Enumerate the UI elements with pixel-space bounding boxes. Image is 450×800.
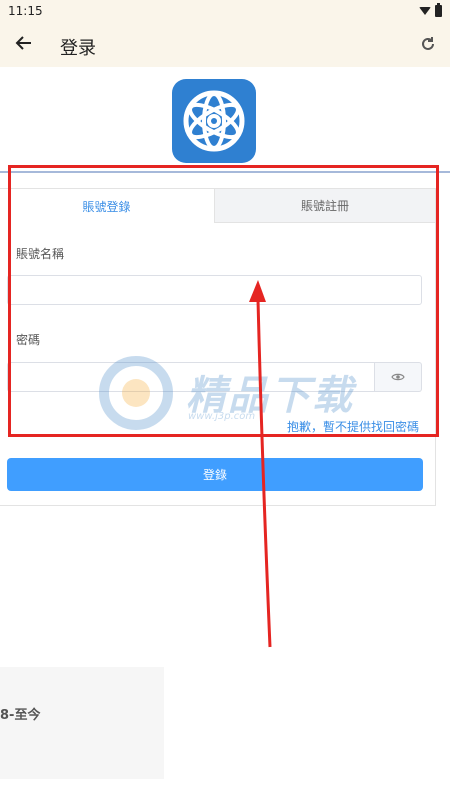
battery-icon <box>435 3 442 17</box>
atom-logo-icon <box>183 90 245 152</box>
highlight-box <box>8 165 439 437</box>
arrow-left-icon <box>15 36 31 50</box>
status-bar: 11:15 <box>0 0 450 22</box>
back-button[interactable] <box>12 31 36 55</box>
bottom-card-text: 8-至今 <box>0 708 41 723</box>
refresh-button[interactable] <box>416 32 440 56</box>
app-bar: 登录 <box>0 22 450 67</box>
wifi-icon <box>419 7 431 15</box>
status-icons <box>419 3 442 17</box>
bottom-card: 8-至今 <box>0 667 164 779</box>
app-logo <box>172 79 256 163</box>
page-title: 登录 <box>60 38 96 59</box>
refresh-icon <box>422 37 434 50</box>
login-button[interactable]: 登錄 <box>7 458 423 491</box>
status-time: 11:15 <box>8 4 43 18</box>
